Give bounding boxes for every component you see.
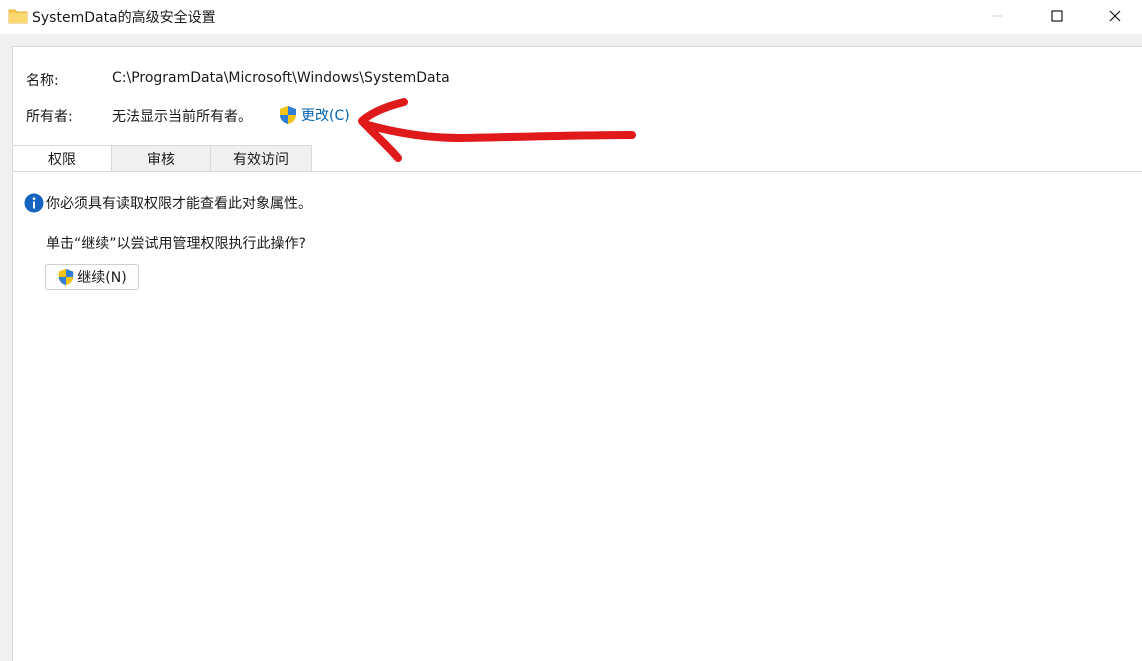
- owner-value: 无法显示当前所有者。: [112, 109, 252, 125]
- title-bar[interactable]: SystemData的高级安全设置: [0, 0, 1142, 34]
- maximize-button[interactable]: [1032, 0, 1082, 32]
- maximize-icon: [1051, 10, 1063, 22]
- minimize-icon: [992, 15, 1002, 17]
- name-label: 名称:: [26, 73, 59, 89]
- close-button[interactable]: [1090, 0, 1140, 32]
- change-owner-link[interactable]: 更改(C): [278, 104, 350, 126]
- tab-label: 审核: [147, 151, 175, 168]
- tab-strip: 权限 审核 有效访问: [12, 145, 312, 172]
- continue-button[interactable]: 继续(N): [45, 264, 139, 290]
- uac-shield-icon: [280, 106, 296, 124]
- info-text: 你必须具有读取权限才能查看此对象属性。: [46, 196, 312, 212]
- continue-button-label: 继续(N): [77, 270, 127, 286]
- tab-label: 有效访问: [233, 151, 289, 168]
- window-title: SystemData的高级安全设置: [32, 10, 216, 26]
- uac-shield-icon: [59, 268, 74, 286]
- close-icon: [1109, 10, 1121, 22]
- info-message: 你必须具有读取权限才能查看此对象属性。: [24, 192, 312, 214]
- tab-label: 权限: [48, 152, 76, 168]
- tab-divider: [12, 171, 1142, 172]
- elevation-prompt: 单击“继续”以尝试用管理权限执行此操作?: [46, 236, 306, 252]
- tab-effective-access[interactable]: 有效访问: [210, 145, 312, 171]
- red-arrow-annotation: [358, 98, 636, 162]
- tab-permissions[interactable]: 权限: [12, 145, 112, 172]
- tab-auditing[interactable]: 审核: [111, 145, 211, 171]
- info-icon: [24, 193, 44, 213]
- folder-icon: [8, 9, 28, 24]
- minimize-button[interactable]: [972, 0, 1022, 32]
- name-value: C:\ProgramData\Microsoft\Windows\SystemD…: [112, 70, 450, 86]
- advanced-security-settings-window: SystemData的高级安全设置 名称: C:\ProgramData\Mic…: [0, 0, 1142, 661]
- owner-label: 所有者:: [26, 109, 73, 125]
